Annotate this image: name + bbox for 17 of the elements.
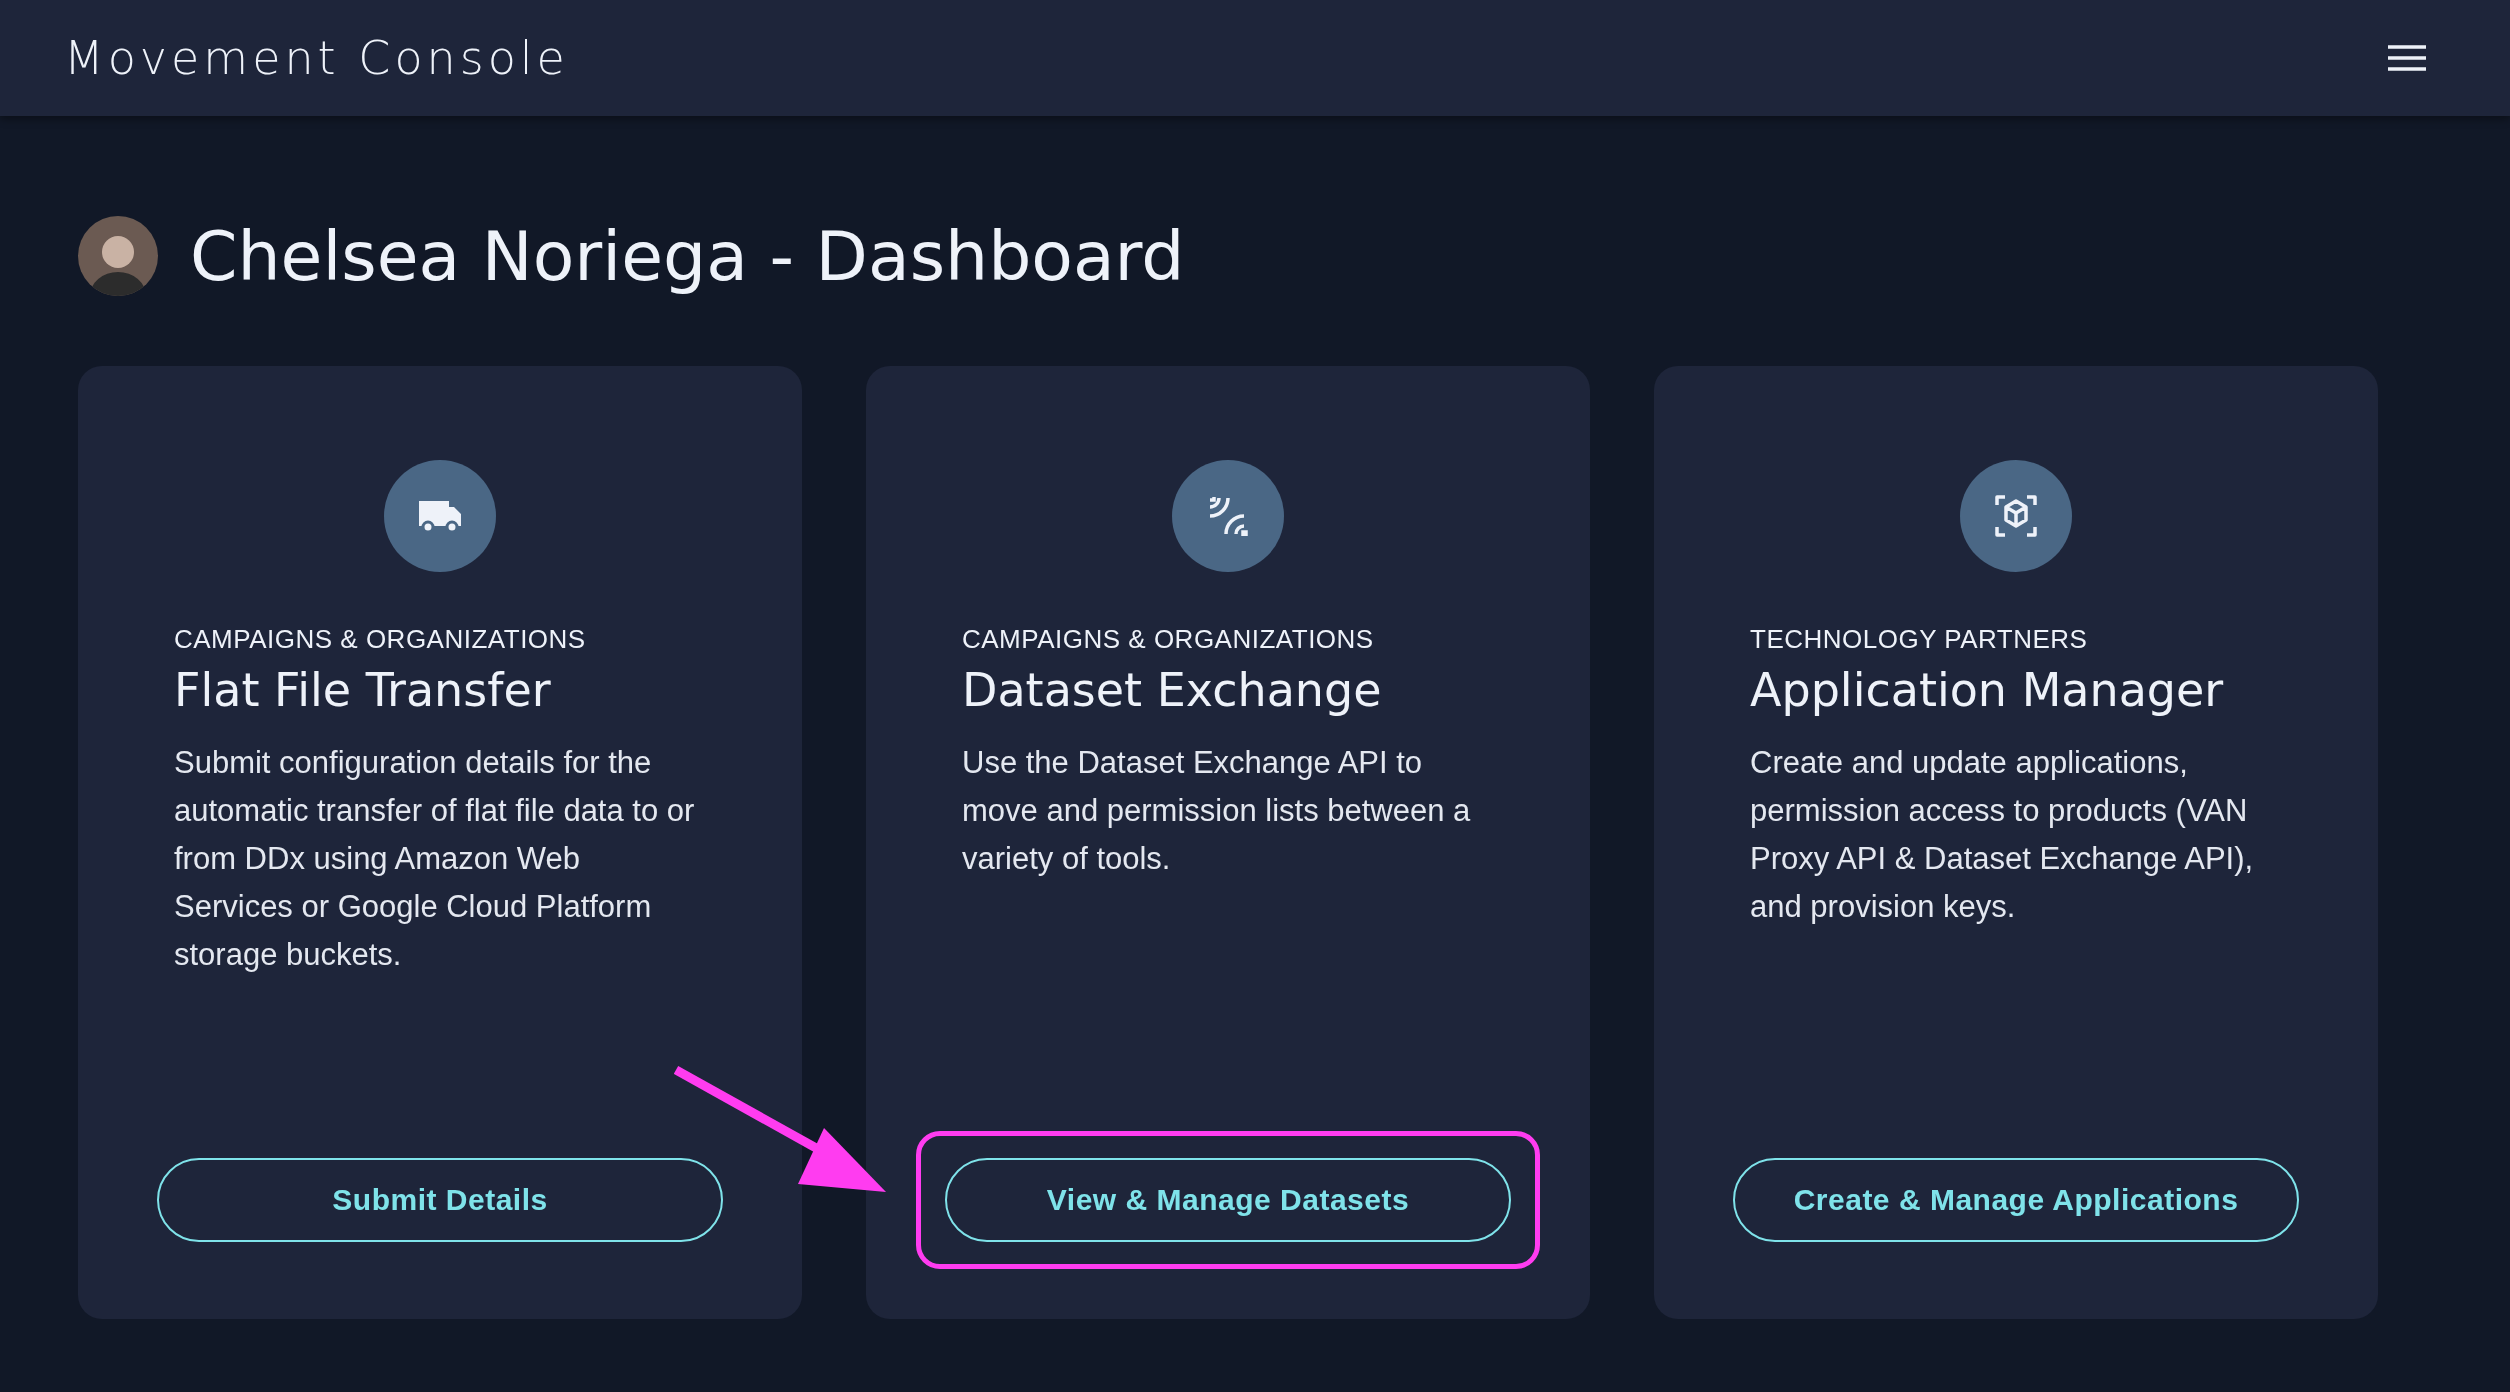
card-action-button[interactable]: View & Manage Datasets	[945, 1158, 1511, 1242]
card-category: CAMPAIGNS & ORGANIZATIONS	[174, 624, 587, 655]
cube-scan-icon	[1995, 495, 2037, 537]
page-title: Chelsea Noriega - Dashboard	[190, 216, 1185, 296]
card-description: Create and update applications, permission access to products (VAN Proxy API & Dataset Exchange API), and provision keys.	[1750, 744, 2255, 926]
card-title: Flat File Transfer	[174, 663, 552, 717]
app-title: Movement Console	[64, 31, 569, 85]
signal-waves-icon	[1208, 496, 1248, 536]
card-title: Dataset Exchange	[962, 663, 1383, 717]
card-description: Use the Dataset Exchange API to move and permission lists between a variety of tools.	[962, 744, 1472, 878]
card-title: Application Manager	[1750, 663, 2225, 717]
card-action-button[interactable]: Create & Manage Applications	[1733, 1158, 2299, 1242]
card-action-button[interactable]: Submit Details	[157, 1158, 723, 1242]
card-description: Submit configuration details for the automatic transfer of flat file data to or from DDx using Amazon Web Services or Google Cloud Platform storage buckets.	[174, 744, 696, 974]
truck-icon	[417, 499, 463, 533]
card-category: CAMPAIGNS & ORGANIZATIONS	[962, 624, 1375, 655]
card-category: TECHNOLOGY PARTNERS	[1750, 624, 2089, 655]
